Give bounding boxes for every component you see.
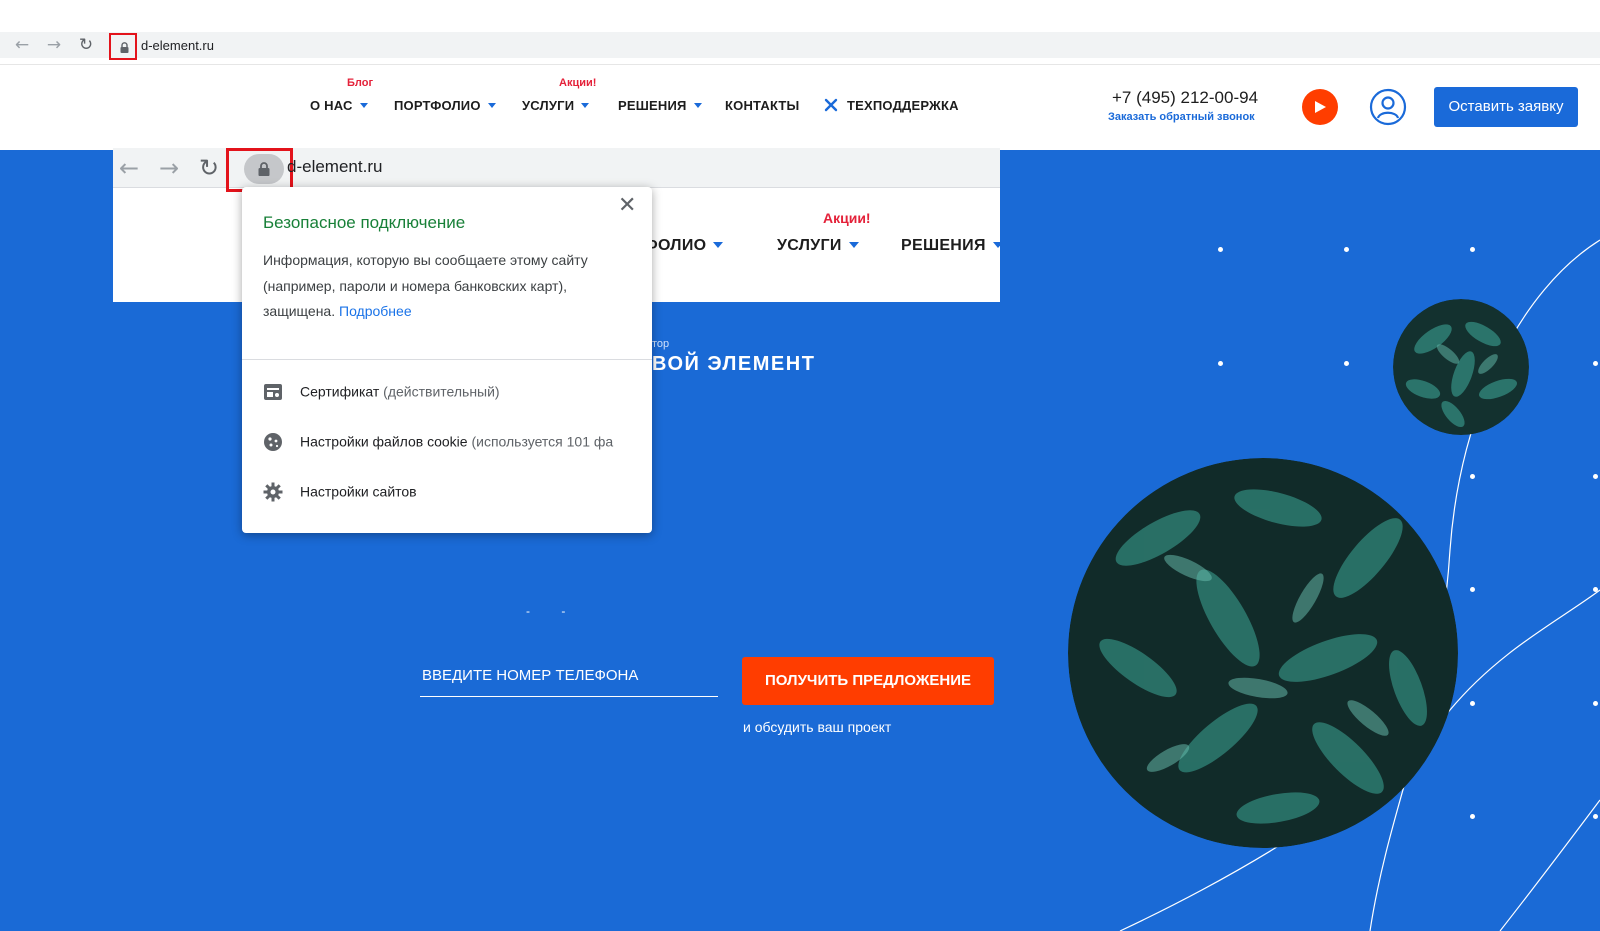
tools-icon xyxy=(824,98,838,112)
decor-dot xyxy=(1470,587,1475,592)
nav-item-label: УСЛУГИ xyxy=(777,237,842,254)
arrow-right-icon[interactable]: → xyxy=(44,36,64,54)
hero-title: ВОЙ ЭЛЕМЕНТ xyxy=(652,353,816,375)
nav-item-support[interactable]: ТЕХПОДДЕРЖКА xyxy=(847,98,959,113)
cookie-settings-detail: (используется 101 фа xyxy=(471,433,614,450)
gear-icon xyxy=(263,482,283,502)
decor-dot xyxy=(1593,474,1598,479)
request-button[interactable]: Оставить заявку xyxy=(1434,87,1578,127)
decor-dot xyxy=(1344,361,1349,366)
nav-item-label: РЕШЕНИЯ xyxy=(618,98,687,113)
arrow-left-icon[interactable]: ← xyxy=(119,154,139,182)
chevron-down-icon xyxy=(713,242,724,248)
lock-icon[interactable] xyxy=(120,42,129,53)
play-icon xyxy=(1315,101,1326,113)
url-text[interactable]: d-element.ru xyxy=(141,38,214,53)
nav-tag-blog[interactable]: Блог xyxy=(347,77,373,89)
nav-item-services[interactable]: УСЛУГИ xyxy=(777,237,859,255)
decor-dot xyxy=(1593,587,1598,592)
cookie-icon xyxy=(264,433,282,451)
chevron-down-icon xyxy=(848,242,859,248)
phone-input[interactable]: ВВЕДИТЕ НОМЕР ТЕЛЕФОНА xyxy=(420,655,718,697)
certificate-icon xyxy=(264,384,282,400)
nav-item-about[interactable]: О НАС xyxy=(310,98,368,113)
nav-item-label: УСЛУГИ xyxy=(522,98,575,113)
certificate-row[interactable]: Сертификат (действительный) xyxy=(262,383,500,403)
cookie-settings-label: Настройки файлов cookie xyxy=(300,433,468,450)
chevron-down-icon xyxy=(992,242,1000,248)
get-offer-button[interactable]: ПОЛУЧИТЬ ПРЕДЛОЖЕНИЕ xyxy=(742,657,994,705)
decor-dot xyxy=(1470,247,1475,252)
site-header xyxy=(0,64,1600,150)
decor-dot xyxy=(1593,701,1598,706)
site-settings-row[interactable]: Настройки сайтов xyxy=(262,482,417,503)
arrow-left-icon[interactable]: ← xyxy=(12,36,32,54)
url-text[interactable]: d-element.ru xyxy=(287,157,382,177)
user-icon[interactable] xyxy=(1369,88,1407,126)
certificate-status: (действительный) xyxy=(383,383,500,400)
popup-rows: Сертификат (действительный) Настройки фа… xyxy=(242,187,632,533)
chevron-down-icon xyxy=(487,103,496,108)
nav-tag-promo[interactable]: Акции! xyxy=(823,210,871,226)
nav-item-label: ФОЛИО xyxy=(644,237,707,254)
address-bar[interactable] xyxy=(0,32,1600,58)
arrow-right-icon[interactable]: → xyxy=(159,154,179,182)
browser-toolbar: ← → ↻ d-element.ru xyxy=(0,0,1600,64)
nav-item-label: КОНТАКТЫ xyxy=(725,98,800,113)
chevron-down-icon xyxy=(693,103,702,108)
decor-dot xyxy=(1344,247,1349,252)
decor-dot xyxy=(1470,474,1475,479)
decor-dot xyxy=(1218,361,1223,366)
decor-dot xyxy=(1593,814,1598,819)
nav-item-label: ПОРТФОЛИО xyxy=(394,98,481,113)
cookie-settings-row[interactable]: Настройки файлов cookie (используется 10… xyxy=(262,433,613,453)
callback-link[interactable]: Заказать обратный звонок xyxy=(1108,111,1255,123)
nav-item-solutions[interactable]: РЕШЕНИЯ xyxy=(618,98,702,113)
nav-tag-promo[interactable]: Акции! xyxy=(559,77,596,89)
lock-highlight-box xyxy=(226,148,293,192)
decor-dot xyxy=(1593,361,1598,366)
hero-dash-hint: - - xyxy=(526,604,580,618)
site-settings-label: Настройки сайтов xyxy=(300,483,417,500)
leaf-image-small xyxy=(1393,299,1529,435)
offer-subtext: и обсудить ваш проект xyxy=(743,719,892,735)
nav-item-label: О НАС xyxy=(310,98,353,113)
nav-item-services[interactable]: УСЛУГИ xyxy=(522,98,590,113)
nav-item-label: РЕШЕНИЯ xyxy=(901,237,986,254)
chevron-down-icon xyxy=(359,103,368,108)
decor-dot xyxy=(1218,247,1223,252)
certificate-label: Сертификат xyxy=(300,383,380,400)
hero-eyebrow: тор xyxy=(652,338,670,350)
play-button[interactable] xyxy=(1302,89,1338,125)
phone-input-placeholder: ВВЕДИТЕ НОМЕР ТЕЛЕФОНА xyxy=(422,667,639,684)
leaf-image-large xyxy=(1068,458,1458,848)
decor-dot xyxy=(1470,701,1475,706)
site-info-popup: ✕ Безопасное подключение Информация, кот… xyxy=(242,187,652,533)
nav-item-portfolio[interactable]: ФОЛИО xyxy=(644,237,724,255)
nav-item-portfolio[interactable]: ПОРТФОЛИО xyxy=(394,98,496,113)
reload-icon[interactable]: ↻ xyxy=(76,36,96,54)
reload-icon[interactable]: ↻ xyxy=(199,154,219,182)
decor-dot xyxy=(1470,814,1475,819)
nav-item-label: ТЕХПОДДЕРЖКА xyxy=(847,98,959,113)
nav-item-solutions[interactable]: РЕШЕНИЯ xyxy=(901,237,1000,255)
phone-number[interactable]: +7 (495) 212-00-94 xyxy=(1112,88,1258,108)
nav-item-contacts[interactable]: КОНТАКТЫ xyxy=(725,98,799,113)
chevron-down-icon xyxy=(581,103,590,108)
